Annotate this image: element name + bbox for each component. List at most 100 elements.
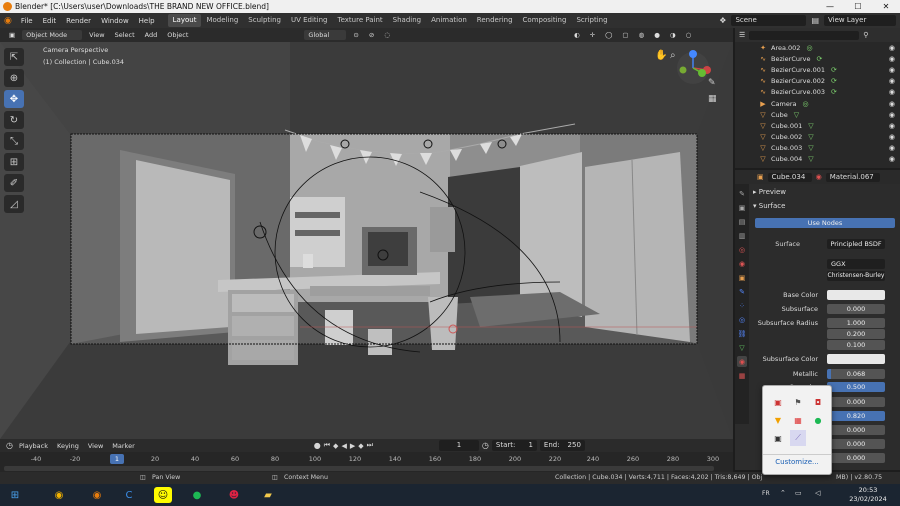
outliner-item[interactable]: ▽ Cube.004 ▽ ◉ — [735, 154, 900, 165]
visibility-eye-icon[interactable]: ◉ — [889, 44, 895, 52]
property-value-field[interactable]: 0.000 — [827, 304, 885, 314]
tray-app-icon-7[interactable]: ▣ — [772, 432, 784, 444]
object-tab-icon[interactable]: ▣ — [737, 272, 747, 283]
hand-pan-icon[interactable]: ✋ — [655, 50, 667, 61]
tray-spotify-icon[interactable]: ● — [812, 414, 824, 426]
snapchat-icon[interactable]: ☺ — [154, 487, 172, 503]
visibility-eye-icon[interactable]: ◉ — [889, 122, 895, 130]
tab-layout[interactable]: Layout — [167, 14, 202, 27]
current-frame-field[interactable]: 1 — [438, 440, 479, 451]
tab-uv-editing[interactable]: UV Editing — [286, 14, 333, 27]
pivot-icon[interactable]: ⊙ — [350, 31, 361, 39]
timeline-menu-playback[interactable]: Playback — [16, 442, 51, 450]
editor-type-icon[interactable]: ▣ — [6, 31, 18, 39]
view-layer-tab-icon[interactable]: ▥ — [737, 230, 747, 241]
tray-app-icon-3[interactable]: ◘ — [812, 396, 824, 408]
next-key-icon[interactable]: ◆ — [358, 442, 363, 450]
tool-tab-icon[interactable]: ✎ — [737, 188, 747, 199]
outliner-item[interactable]: ∿ BezierCurve.003 ⟳ ◉ — [735, 87, 900, 98]
distribution-selector[interactable]: GGX — [827, 259, 885, 269]
shading-render-icon[interactable]: ○ — [683, 31, 695, 39]
timeline-menu-keying[interactable]: Keying — [54, 442, 82, 450]
start-frame-field[interactable]: Start: 1 — [491, 440, 537, 451]
visibility-eye-icon[interactable]: ◉ — [889, 88, 895, 96]
outliner-item[interactable]: ▽ Cube ▽ ◉ — [735, 109, 900, 120]
property-value-field[interactable]: 0.200 — [827, 329, 885, 339]
rotate-tool-icon[interactable]: ↻ — [4, 111, 24, 129]
particles-tab-icon[interactable]: ⁘ — [737, 300, 747, 311]
camera-view-icon[interactable]: ✎ — [708, 78, 716, 88]
file-explorer-icon[interactable]: ▰ — [259, 487, 277, 503]
outliner-item[interactable]: ✦ Area.002 ◎ ◉ — [735, 42, 900, 53]
xray-icon[interactable]: ▢ — [619, 31, 631, 39]
annotate-tool-icon[interactable]: ✐ — [4, 174, 24, 192]
tab-rendering[interactable]: Rendering — [472, 14, 518, 27]
tray-app-icon-8[interactable]: ⟋ — [790, 430, 806, 446]
object-data-icon[interactable]: ▽ — [808, 155, 813, 163]
constraints-tab-icon[interactable]: ⛓ — [737, 328, 747, 339]
visibility-eye-icon[interactable]: ◉ — [889, 77, 895, 85]
orientation-selector[interactable]: Global — [304, 30, 347, 40]
modifier-tab-icon[interactable]: ✎ — [737, 286, 747, 297]
chrome-icon[interactable]: ◉ — [50, 487, 68, 503]
visibility-eye-icon[interactable]: ◉ — [889, 155, 895, 163]
property-value-field[interactable]: 0.000 — [827, 439, 885, 449]
volume-icon[interactable]: ◁ — [815, 489, 820, 497]
play-reverse-icon[interactable]: ◀ — [341, 442, 346, 450]
timeline-track[interactable]: -40 -20 1 20 40 60 80 100 120 140 160 180 200 220 240 2… — [0, 452, 733, 472]
viewport-menu-select[interactable]: Select — [112, 31, 138, 39]
end-frame-field[interactable]: End: 250 — [539, 440, 585, 451]
object-data-icon[interactable]: ⟳ — [831, 88, 837, 96]
view-layer-field[interactable]: View Layer — [824, 15, 896, 26]
tab-modeling[interactable]: Modeling — [201, 14, 243, 27]
color-swatch[interactable] — [827, 290, 885, 300]
object-data-icon[interactable]: ⟳ — [831, 66, 837, 74]
maximize-button[interactable]: ☐ — [844, 0, 872, 13]
material-tab-icon[interactable]: ◉ — [737, 356, 747, 367]
filter-icon[interactable]: ⚲ — [863, 31, 868, 39]
clock-date[interactable]: 23/02/2024 — [848, 495, 888, 503]
property-value-field[interactable]: 0.000 — [827, 425, 885, 435]
menu-render[interactable]: Render — [61, 17, 96, 25]
app-c-icon[interactable]: C — [120, 487, 138, 503]
snap-icon[interactable]: ⊘ — [366, 31, 377, 39]
play-icon[interactable]: ▶ — [350, 442, 355, 450]
3d-viewport[interactable]: Camera Perspective (1) Collection | Cube… — [0, 42, 733, 439]
outliner-item[interactable]: ▽ Cube.003 ▽ ◉ — [735, 143, 900, 154]
tray-app-icon-1[interactable]: ▣ — [772, 396, 784, 408]
property-value-field[interactable]: 1.000 — [827, 318, 885, 328]
visibility-eye-icon[interactable]: ◉ — [889, 66, 895, 74]
property-value-field[interactable]: 0.000 — [827, 397, 885, 407]
texture-tab-icon[interactable]: ▦ — [737, 370, 747, 381]
object-data-icon[interactable]: ⟳ — [831, 77, 837, 85]
blender-menu-icon[interactable]: ◉ — [4, 16, 12, 26]
preview-panel-header[interactable]: ▸ Preview — [753, 188, 786, 196]
object-data-icon[interactable]: ◎ — [803, 100, 809, 108]
timeline-menu-marker[interactable]: Marker — [109, 442, 137, 450]
physics-tab-icon[interactable]: ◎ — [737, 314, 747, 325]
transform-tool-icon[interactable]: ⊞ — [4, 153, 24, 171]
object-data-icon[interactable]: ◎ — [806, 44, 812, 52]
tab-shading[interactable]: Shading — [388, 14, 426, 27]
outliner-item[interactable]: ∿ BezierCurve.002 ⟳ ◉ — [735, 76, 900, 87]
timeline-editor-icon[interactable]: ◷ — [6, 441, 13, 450]
viewport-menu-add[interactable]: Add — [142, 31, 161, 39]
select-tool-icon[interactable]: ⇱ — [4, 48, 24, 66]
game-icon[interactable]: ☻ — [225, 487, 243, 503]
spotify-icon[interactable]: ● — [188, 487, 206, 503]
surface-panel-header[interactable]: ▾ Surface — [753, 202, 785, 210]
outliner-item[interactable]: ∿ BezierCurve.001 ⟳ ◉ — [735, 64, 900, 75]
outliner-item[interactable]: ▽ Cube.001 ▽ ◉ — [735, 120, 900, 131]
outliner-editor-icon[interactable]: ☰ — [739, 31, 745, 39]
shading-solid-icon[interactable]: ● — [651, 31, 663, 39]
viewport-menu-object[interactable]: Object — [164, 31, 191, 39]
property-value-field[interactable]: 0.500 — [827, 382, 885, 392]
timeline-menu-view[interactable]: View — [85, 442, 106, 450]
object-data-icon[interactable]: ▽ — [794, 111, 799, 119]
gizmo-icon[interactable]: ✛ — [587, 31, 598, 39]
use-nodes-button[interactable]: Use Nodes — [755, 218, 895, 228]
language-indicator[interactable]: FR — [762, 490, 770, 497]
jump-start-icon[interactable]: ⏮ — [324, 441, 330, 450]
tab-compositing[interactable]: Compositing — [518, 14, 572, 27]
menu-window[interactable]: Window — [96, 17, 134, 25]
